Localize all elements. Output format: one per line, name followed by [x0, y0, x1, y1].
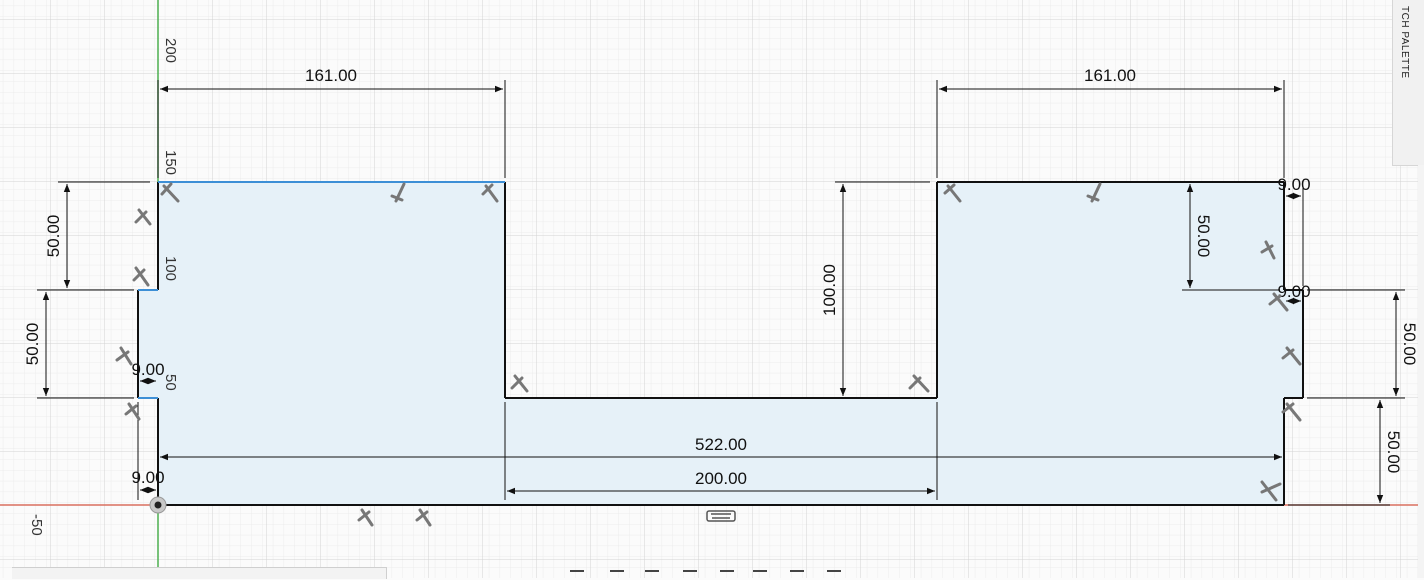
dim-label-right-outer-upper-height[interactable]: 50.00: [1400, 323, 1419, 366]
dim-label-overall-width[interactable]: 522.00: [695, 435, 747, 454]
orbit-icon[interactable]: [570, 570, 584, 580]
x-axis-label-neg50: -50: [28, 514, 45, 536]
dim-label-right-inner-height[interactable]: 50.00: [1194, 215, 1213, 258]
y-axis-label-50: 50: [162, 374, 179, 391]
sketch-canvas[interactable]: 200 150 100 50 -50 161.00 161.00 50.00 5…: [0, 0, 1424, 578]
dim-label-center-depth[interactable]: 100.00: [820, 264, 839, 316]
dim-label-right-top-offset[interactable]: 9.00: [1277, 175, 1310, 194]
dim-label-top-left-width[interactable]: 161.00: [305, 66, 357, 85]
navigation-toolbar[interactable]: [565, 570, 865, 578]
dim-label-right-mid-offset[interactable]: 9.00: [1277, 282, 1310, 301]
browser-panel-edge[interactable]: [12, 567, 387, 579]
origin-point-center: [154, 501, 162, 509]
sketch-palette-tab[interactable]: TCH PALETTE: [1392, 0, 1424, 166]
grid-settings-icon[interactable]: [790, 570, 804, 580]
right-edge-strip: [1418, 165, 1424, 578]
zoom-icon[interactable]: [683, 570, 697, 580]
y-axis-label-100: 100: [162, 256, 179, 281]
pan-icon[interactable]: [645, 570, 659, 580]
dim-label-bottom-left-offset[interactable]: 9.00: [131, 468, 164, 487]
look-at-icon[interactable]: [610, 570, 624, 580]
dim-label-left-upper-height[interactable]: 50.00: [44, 215, 63, 258]
display-settings-icon[interactable]: [753, 570, 767, 580]
dim-label-right-outer-lower-height[interactable]: 50.00: [1384, 431, 1403, 474]
y-axis-label-200: 200: [162, 38, 179, 63]
viewports-icon[interactable]: [827, 570, 841, 580]
dim-label-left-lower-height[interactable]: 50.00: [23, 323, 42, 366]
dim-label-top-right-width[interactable]: 161.00: [1084, 66, 1136, 85]
fit-icon[interactable]: [720, 570, 734, 580]
dim-label-left-notch-width[interactable]: 9.00: [131, 360, 164, 379]
dim-label-slot-width[interactable]: 200.00: [695, 469, 747, 488]
y-axis-label-150: 150: [162, 150, 179, 175]
sketch-palette-label: TCH PALETTE: [1399, 6, 1410, 79]
